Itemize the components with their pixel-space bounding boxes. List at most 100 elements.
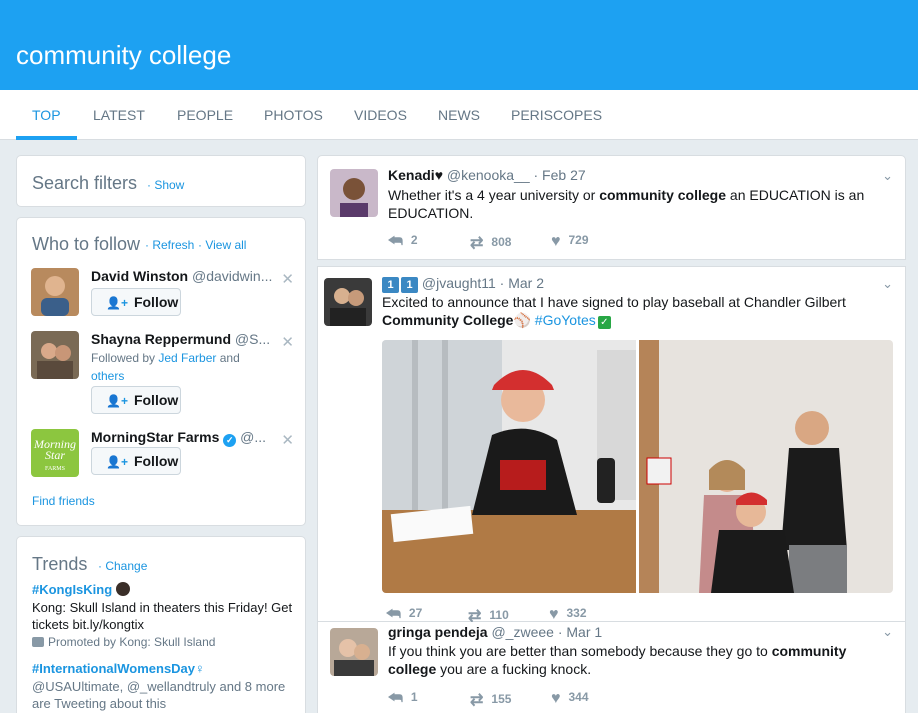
add-user-icon: 👤+ — [106, 296, 128, 310]
promoted-text: Promoted by Kong: Skull Island — [48, 635, 216, 649]
user-name[interactable]: MorningStar Farms — [91, 429, 219, 445]
heart-icon: ♥ — [549, 606, 559, 623]
trend-tag-line[interactable]: #KongIsKing — [32, 582, 294, 597]
trend-item[interactable]: #InternationalWomensDay♀ @USAUltimate, @… — [32, 661, 294, 712]
tweet-photo[interactable] — [639, 340, 893, 593]
retweet-count: 155 — [491, 692, 512, 706]
follow-button[interactable]: 👤+ Follow — [91, 288, 181, 316]
like-button[interactable]: ♥ 344 — [551, 690, 589, 708]
keycap-one-icon: 1 — [382, 277, 399, 293]
search-filters-card: Search filters · Show — [16, 155, 306, 207]
followed-by-context: Followed by Jed Farber and others — [91, 349, 291, 385]
followed-by-and: and — [216, 351, 240, 365]
followed-by-user-link[interactable]: Jed Farber — [158, 351, 216, 365]
add-user-icon: 👤+ — [106, 455, 128, 469]
tweet[interactable]: 11 @jvaught11 · Mar 2 ⌄ Excited to annou… — [317, 266, 906, 625]
tab-top[interactable]: TOP — [32, 107, 61, 123]
tab-periscopes[interactable]: PERISCOPES — [511, 107, 602, 123]
retweet-count: 110 — [489, 608, 509, 622]
retweet-icon: ⇄ — [470, 235, 484, 252]
user-handle: @davidwin... — [192, 268, 273, 284]
tweet-header: 11 @jvaught11 · Mar 2 — [382, 275, 544, 293]
trend-description: Kong: Skull Island in theaters this Frid… — [32, 600, 293, 632]
tweet-text-part: Whether it's a 4 year university or — [388, 187, 600, 203]
chevron-down-icon[interactable]: ⌄ — [882, 624, 893, 640]
avatar[interactable] — [330, 169, 378, 217]
trend-tag[interactable]: #InternationalWomensDay — [32, 661, 195, 676]
user-name[interactable]: David Winston — [91, 268, 188, 284]
avatar[interactable] — [324, 278, 372, 326]
reply-count: 1 — [410, 690, 418, 704]
follow-suggestion: David Winston @davidwin... ✕ 👤+ Follow — [31, 268, 294, 324]
user-name[interactable]: Shayna Reppermund — [91, 331, 231, 347]
reply-button[interactable]: ⮪ 1 — [388, 690, 418, 708]
like-button[interactable]: ♥ 729 — [551, 233, 589, 251]
avatar[interactable] — [31, 331, 79, 379]
user-name-line[interactable]: MorningStar Farms ✓ @... — [91, 429, 266, 447]
follow-button-label: Follow — [133, 453, 179, 469]
user-handle: @S... — [234, 331, 271, 347]
tweet-text: Excited to announce that I have signed t… — [382, 293, 882, 329]
like-count: 729 — [568, 233, 589, 247]
tweet-text-highlight: community college — [599, 187, 727, 203]
promoted-line: Promoted by Kong: Skull Island — [32, 635, 294, 649]
user-name-line[interactable]: Shayna Reppermund @S... — [91, 331, 270, 347]
chevron-down-icon[interactable]: ⌄ — [882, 276, 893, 292]
trend-tag[interactable]: #KongIsKing — [32, 582, 112, 597]
tab-photos[interactable]: PHOTOS — [264, 107, 323, 123]
morningstar-logo[interactable]: Morning Star FARMS — [31, 429, 79, 477]
tweet-author-name[interactable]: gringa pendeja — [388, 624, 488, 640]
tweet-photo[interactable] — [382, 340, 636, 593]
tweet-date[interactable]: · Feb 27 — [534, 167, 586, 183]
reply-icon: ⮪ — [388, 690, 403, 707]
verified-badge-icon: ✓ — [223, 434, 237, 447]
retweet-button[interactable]: ⇄ 808 — [470, 233, 511, 253]
heart-icon: ♥ — [551, 690, 561, 707]
find-friends-link[interactable]: Find friends — [32, 494, 95, 508]
who-to-follow-title: Who to follow — [32, 234, 141, 254]
tweet[interactable]: Kenadi♥ @kenooka__ · Feb 27 ⌄ Whether it… — [317, 155, 906, 260]
tweet[interactable]: gringa pendeja @_zweee · Mar 1 ⌄ If you … — [317, 622, 906, 713]
keycap-one-icon: 1 — [401, 277, 418, 293]
search-header: community college — [0, 0, 918, 90]
close-icon[interactable]: ✕ — [281, 431, 294, 449]
user-name-line[interactable]: David Winston @davidwin... — [91, 268, 272, 284]
tweet-date[interactable]: · Mar 2 — [500, 275, 544, 291]
close-icon[interactable]: ✕ — [281, 270, 294, 288]
follow-button[interactable]: 👤+ Follow — [91, 386, 181, 414]
tweet-text-highlight: Community College — [382, 312, 514, 328]
follow-button[interactable]: 👤+ Follow — [91, 447, 181, 475]
tweet-author-handle[interactable]: @kenooka__ — [447, 167, 530, 183]
search-filters-title: Search filters — [32, 173, 138, 193]
trends-title: Trends — [32, 554, 88, 574]
tweet-author-handle[interactable]: @jvaught11 — [422, 275, 496, 291]
view-all-link[interactable]: · View all — [198, 238, 246, 252]
tab-latest[interactable]: LATEST — [93, 107, 145, 123]
who-to-follow-card: Who to follow · Refresh · View all David… — [16, 217, 306, 526]
avatar[interactable] — [330, 628, 378, 676]
tweet-text-part: If you think you are better than somebod… — [388, 643, 772, 659]
retweet-button[interactable]: ⇄ 155 — [470, 690, 511, 710]
avatar[interactable] — [31, 268, 79, 316]
trends-change-link[interactable]: · Change — [98, 559, 147, 573]
tweet-author-name[interactable]: Kenadi — [388, 167, 435, 183]
check-mark-icon: ✓ — [597, 316, 611, 329]
reply-button[interactable]: ⮪ 2 — [388, 233, 418, 251]
trend-item[interactable]: #KongIsKing Kong: Skull Island in theate… — [32, 582, 294, 649]
refresh-link[interactable]: · Refresh — [145, 238, 194, 252]
tab-videos[interactable]: VIDEOS — [354, 107, 407, 123]
tab-news[interactable]: NEWS — [438, 107, 480, 123]
followed-by-others-link[interactable]: others — [91, 369, 124, 383]
chevron-down-icon[interactable]: ⌄ — [882, 168, 893, 184]
female-sign-icon: ♀ — [195, 661, 205, 676]
search-filters-show-link[interactable]: · Show — [147, 178, 184, 192]
hashtag-link[interactable]: #GoYotes — [531, 312, 596, 328]
reply-icon: ⮪ — [388, 233, 403, 250]
tweet-text: Whether it's a 4 year university or comm… — [388, 186, 878, 222]
tab-people[interactable]: PEOPLE — [177, 107, 233, 123]
tweet-date[interactable]: · Mar 1 — [558, 624, 602, 640]
tweet-author-handle[interactable]: @_zweee — [491, 624, 553, 640]
active-tab-indicator — [16, 136, 77, 140]
reply-icon: ⮪ — [386, 606, 401, 623]
trend-tag-line[interactable]: #InternationalWomensDay♀ — [32, 661, 294, 676]
